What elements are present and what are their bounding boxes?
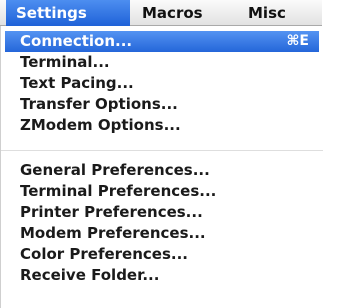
- menu-item-color-preferences[interactable]: Color Preferences...: [1, 244, 323, 265]
- menu-item-connection[interactable]: Connection... ⌘E: [5, 31, 319, 52]
- menu-misc[interactable]: Misc: [248, 0, 308, 26]
- menu-item-printer-preferences[interactable]: Printer Preferences...: [1, 202, 323, 223]
- menu-item-label: Color Preferences...: [20, 245, 188, 263]
- menu-item-modem-preferences[interactable]: Modem Preferences...: [1, 223, 323, 244]
- menu-item-label: Receive Folder...: [20, 266, 160, 284]
- menu-item-label: Transfer Options...: [20, 95, 178, 113]
- menu-item-label: Terminal Preferences...: [20, 182, 217, 200]
- settings-dropdown-menu: Connection... ⌘E Terminal... Text Pacing…: [0, 26, 323, 308]
- menu-separator: [1, 150, 323, 151]
- menu-item-label: Modem Preferences...: [20, 224, 206, 242]
- menu-item-text-pacing[interactable]: Text Pacing...: [1, 73, 323, 94]
- shortcut-label: ⌘E: [286, 33, 309, 49]
- menu-item-zmodem-options[interactable]: ZModem Options...: [1, 115, 323, 136]
- menu-bar: Settings Macros Misc: [0, 0, 322, 26]
- menu-item-label: Text Pacing...: [20, 74, 134, 92]
- menu-macros[interactable]: Macros: [142, 0, 232, 26]
- menu-item-label: ZModem Options...: [20, 116, 181, 134]
- menu-item-general-preferences[interactable]: General Preferences...: [1, 160, 323, 181]
- menu-item-label: Terminal...: [20, 53, 110, 71]
- menu-item-terminal[interactable]: Terminal...: [1, 52, 323, 73]
- menu-settings[interactable]: Settings: [6, 0, 130, 26]
- menu-item-label: Connection...: [20, 32, 133, 50]
- menu-item-receive-folder[interactable]: Receive Folder...: [1, 265, 323, 286]
- menu-item-terminal-preferences[interactable]: Terminal Preferences...: [1, 181, 323, 202]
- menu-item-label: General Preferences...: [20, 161, 210, 179]
- menu-item-label: Printer Preferences...: [20, 203, 203, 221]
- menu-item-transfer-options[interactable]: Transfer Options...: [1, 94, 323, 115]
